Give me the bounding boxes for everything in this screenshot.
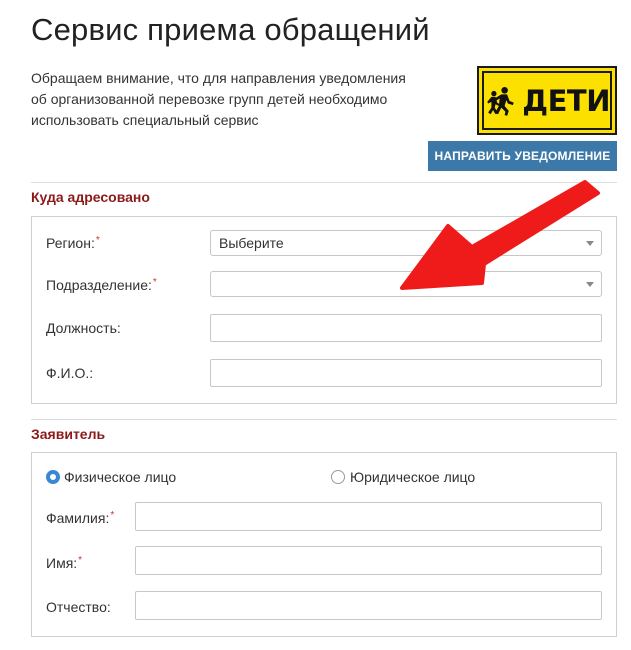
region-select[interactable]: Выберите [210,230,602,256]
patronymic-input[interactable] [135,591,602,620]
chevron-down-icon [586,282,594,287]
page-title: Сервис приема обращений [31,12,430,47]
division-label: Подразделение:* [46,277,157,293]
section-title-addressee: Куда адресовано [31,189,150,205]
radio-button-checked[interactable] [46,470,60,484]
notice-line: использовать специальный сервис [31,112,259,128]
region-label: Регион:* [46,235,100,251]
radio-individual[interactable]: Физическое лицо [46,469,176,485]
position-label: Должность: [46,320,121,336]
notice-text: Обращаем внимание, что для направления у… [31,68,421,131]
sign-label: ДЕТИ [522,83,610,118]
fio-input[interactable] [210,359,602,387]
divider [31,419,617,420]
name-label: Имя:* [46,555,83,571]
division-select[interactable] [210,271,602,297]
surname-input[interactable] [135,502,602,531]
send-notification-button[interactable]: НАПРАВИТЬ УВЕДОМЛЕНИЕ [428,141,617,171]
patronymic-label: Отчество: [46,599,111,615]
notice-line: Обращаем внимание, что для направления у… [31,70,406,86]
radio-legal[interactable]: Юридическое лицо [331,469,475,485]
region-select-value: Выберите [219,235,284,251]
notice-line: об организованной перевозке групп детей … [31,91,388,107]
divider [31,182,617,183]
radio-button-unchecked[interactable] [331,470,345,484]
children-transport-sign[interactable]: ДЕТИ [477,66,617,135]
position-input[interactable] [210,314,602,342]
chevron-down-icon [586,241,594,246]
section-title-applicant: Заявитель [31,426,106,442]
surname-label: Фамилия:* [46,510,115,526]
running-children-icon [487,86,514,116]
radio-individual-label: Физическое лицо [64,469,177,485]
fio-label: Ф.И.О.: [46,365,94,381]
name-input[interactable] [135,546,602,575]
radio-legal-label: Юридическое лицо [350,469,476,485]
